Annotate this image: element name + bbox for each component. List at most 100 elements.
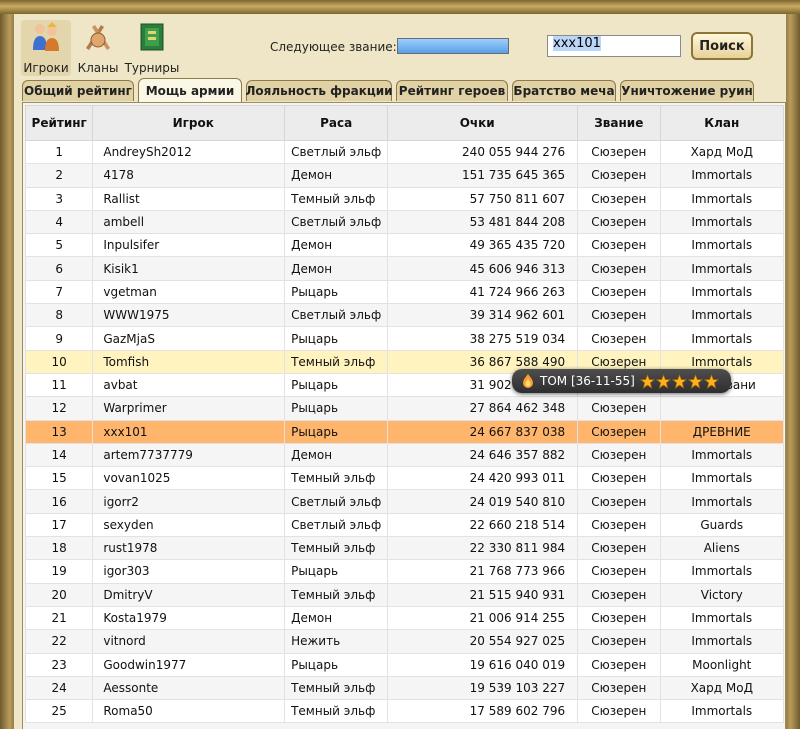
cell-race: Светлый эльф	[284, 139, 389, 165]
table-row[interactable]: 20 DmitryV Темный эльф 21 515 940 931 Сюзере…	[24, 582, 785, 607]
cell-player[interactable]: igor303	[92, 559, 286, 584]
cell-clan[interactable]: Victory	[659, 582, 785, 607]
cell-clan[interactable]: Immortals	[659, 233, 785, 258]
cell-clan[interactable]: Immortals	[659, 559, 785, 584]
cell-clan[interactable]: ДРЕВНИЕ	[659, 419, 785, 444]
cell-clan[interactable]	[659, 396, 785, 421]
cell-points: 21 006 914 255	[387, 605, 579, 631]
table-row[interactable]: 18 rust1978 Темный эльф 22 330 811 984 Сюзер…	[24, 536, 785, 561]
cell-player[interactable]: avbat	[92, 372, 286, 398]
tab-army-power[interactable]: Мощь армии	[138, 78, 242, 102]
table-row[interactable]: 2 4178 Демон 151 735 645 365 Сюзерен Immortal…	[24, 163, 785, 188]
cell-player[interactable]: Rallist	[92, 186, 286, 211]
nav-clans[interactable]: Кланы	[76, 20, 120, 75]
header-title[interactable]: Звание	[577, 105, 661, 141]
cell-player[interactable]: vovan1025	[92, 466, 286, 491]
cell-rank: 20	[24, 582, 94, 607]
cell-clan[interactable]: Immortals	[659, 442, 785, 468]
cell-clan[interactable]: Immortals	[659, 629, 785, 654]
cell-player[interactable]: AndreySh2012	[92, 139, 286, 165]
cell-points: 49 365 435 720	[387, 233, 579, 258]
table-row[interactable]: 15 vovan1025 Темный эльф 24 420 993 011 Сюзе…	[24, 466, 785, 491]
cell-player[interactable]: Inpulsifer	[92, 233, 286, 258]
cell-player[interactable]: artem7737779	[92, 442, 286, 468]
table-row[interactable]: 19 igor303 Рыцарь 21 768 773 966 Сюзерен Immo…	[24, 559, 785, 584]
cell-clan[interactable]: Immortals	[659, 466, 785, 491]
cell-clan[interactable]: Immortals	[659, 186, 785, 211]
cell-player[interactable]: Warprimer	[92, 396, 286, 421]
search-input[interactable]: xxx101	[547, 35, 681, 57]
cell-clan[interactable]: Immortals	[659, 163, 785, 188]
tab-ruins-destruction[interactable]: Уничтожение руин	[620, 80, 754, 101]
nav-players[interactable]: Игроки	[21, 20, 71, 76]
table-row[interactable]: 21 Kosta1979 Демон 21 006 914 255 Сюзерен Imm…	[24, 605, 785, 631]
table-row[interactable]: 8 WWW1975 Светлый эльф 39 314 962 601 Сюзере…	[24, 303, 785, 328]
table-row[interactable]: 23 Goodwin1977 Рыцарь 19 616 040 019 Сюзерен…	[24, 652, 785, 677]
table-row[interactable]: 3 Rallist Темный эльф 57 750 811 607 Сюзерен…	[24, 186, 785, 211]
header-player[interactable]: Игрок	[92, 105, 286, 141]
cell-clan[interactable]: Immortals	[659, 209, 785, 235]
table-row[interactable]: 1 AndreySh2012 Светлый эльф 240 055 944 276…	[24, 139, 785, 165]
tab-heroes-rating[interactable]: Рейтинг героев	[396, 80, 508, 101]
cell-clan[interactable]: Aliens	[659, 536, 785, 561]
header-race[interactable]: Раса	[284, 105, 389, 141]
header-points[interactable]: Очки	[387, 105, 579, 141]
tab-general-rating[interactable]: Общий рейтинг	[22, 80, 134, 101]
cell-clan[interactable]: Guards	[659, 512, 785, 538]
cell-clan[interactable]: Moonlight	[659, 652, 785, 677]
cell-clan[interactable]: Immortals	[659, 256, 785, 281]
cell-clan[interactable]: Хард МоД	[659, 139, 785, 165]
table-row[interactable]: 17 sexyden Светлый эльф 22 660 218 514 Сюзер…	[24, 512, 785, 538]
flame-icon	[523, 374, 533, 388]
cell-rank: 13	[24, 419, 94, 444]
cell-player[interactable]: sexyden	[92, 512, 286, 538]
cell-title: Сюзерен	[577, 139, 661, 165]
table-row[interactable]: 7 vgetman Рыцарь 41 724 966 263 Сюзерен Immor…	[24, 279, 785, 305]
table-row[interactable]: 24 Aessonte Темный эльф 19 539 103 227 Сюзер…	[24, 675, 785, 701]
table-row[interactable]: 6 Kisik1 Демон 45 606 946 313 Сюзерен Immorta…	[24, 256, 785, 281]
cell-clan[interactable]: Immortals	[659, 326, 785, 351]
header-clan[interactable]: Клан	[659, 105, 785, 141]
cell-player[interactable]: 4178	[92, 163, 286, 188]
cell-points: 45 606 946 313	[387, 256, 579, 281]
cell-player[interactable]: WWW1975	[92, 303, 286, 328]
table-row[interactable]: 5 Inpulsifer Демон 49 365 435 720 Сюзерен Imm…	[24, 233, 785, 258]
table-row[interactable]: 4 ambell Светлый эльф 53 481 844 208 Сюзерен…	[24, 209, 785, 235]
cell-player[interactable]: vitnord	[92, 629, 286, 654]
cell-player[interactable]: DmitryV	[92, 582, 286, 607]
cell-player[interactable]: Kisik1	[92, 256, 286, 281]
search-button[interactable]: Поиск	[691, 32, 753, 60]
cell-player[interactable]: Roma50	[92, 699, 286, 724]
cell-player[interactable]: vgetman	[92, 279, 286, 305]
table-row[interactable]: 12 Warprimer Рыцарь 27 864 462 348 Сюзерен	[24, 396, 785, 421]
cell-player[interactable]: Goodwin1977	[92, 652, 286, 677]
cell-player[interactable]: Tomfish	[92, 349, 286, 374]
cell-title: Сюзерен	[577, 629, 661, 654]
cell-clan[interactable]: Immortals	[659, 605, 785, 631]
table-row[interactable]: 14 artem7737779 Демон 24 646 357 882 Сюзерен…	[24, 442, 785, 468]
table-row[interactable]: 16 igorr2 Светлый эльф 24 019 540 810 Сюзере…	[24, 489, 785, 514]
header-rank[interactable]: Рейтинг	[24, 105, 94, 141]
cell-clan[interactable]: Immortals	[659, 489, 785, 514]
table-row[interactable]: 13 xxx101 Рыцарь 24 667 837 038 Сюзерен ДРЕВН…	[24, 419, 785, 444]
cell-clan[interactable]: Immortals	[659, 699, 785, 724]
cell-player[interactable]: ambell	[92, 209, 286, 235]
cell-player[interactable]: Aessonte	[92, 675, 286, 701]
cell-player[interactable]: igorr2	[92, 489, 286, 514]
cell-player[interactable]: rust1978	[92, 536, 286, 561]
table-row[interactable]: 25 Roma50 Темный эльф 17 589 602 796 Сюзерен…	[24, 699, 785, 724]
cell-player[interactable]: GazMjaS	[92, 326, 286, 351]
tab-faction-loyalty[interactable]: Лояльность фракции	[245, 80, 393, 101]
cell-race: Рыцарь	[284, 396, 389, 421]
nav-tournaments[interactable]: Турниры	[124, 20, 180, 75]
tab-sword-brotherhood[interactable]: Братство меча	[512, 80, 616, 101]
cell-player[interactable]: Kosta1979	[92, 605, 286, 631]
cell-player[interactable]: xxx101	[92, 419, 286, 444]
table-row[interactable]: 22 vitnord Нежить 20 554 927 025 Сюзерен Immo…	[24, 629, 785, 654]
cell-clan[interactable]: Immortals	[659, 303, 785, 328]
cell-title: Сюзерен	[577, 303, 661, 328]
cell-clan[interactable]: Immortals	[659, 279, 785, 305]
table-row[interactable]: 9 GazMjaS Рыцарь 38 275 519 034 Сюзерен Immor…	[24, 326, 785, 351]
cell-points: 24 019 540 810	[387, 489, 579, 514]
cell-clan[interactable]: Хард МоД	[659, 675, 785, 701]
